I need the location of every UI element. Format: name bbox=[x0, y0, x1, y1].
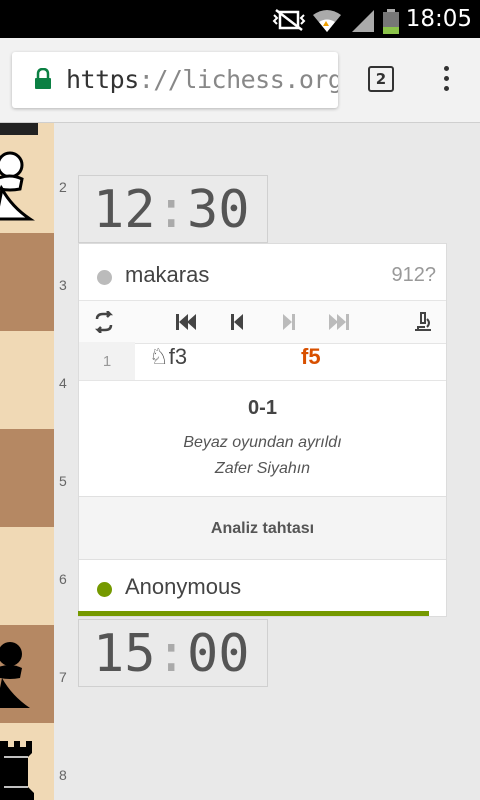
clock-colon: : bbox=[155, 624, 187, 684]
move-controls bbox=[79, 300, 446, 344]
move-white-text: f3 bbox=[168, 344, 188, 369]
wifi-icon bbox=[313, 10, 341, 32]
address-bar[interactable]: https://lichess.org/oXm bbox=[12, 52, 338, 108]
game-panel: makaras 912? 1 ♘f3 f5 0-1 Beyaz oyundan … bbox=[78, 243, 447, 617]
knight-icon: ♘ bbox=[149, 344, 169, 369]
player-name[interactable]: makaras bbox=[125, 262, 209, 288]
analysis-board-button[interactable]: Analiz tahtası bbox=[79, 496, 446, 560]
lock-icon bbox=[35, 68, 51, 89]
rank-label: 8 bbox=[59, 767, 67, 783]
clock-minutes: 15 bbox=[93, 624, 156, 684]
player-name[interactable]: Anonymous bbox=[125, 574, 241, 600]
chess-board[interactable] bbox=[0, 123, 54, 800]
move-black[interactable]: f5 bbox=[301, 344, 321, 370]
next-move-icon[interactable] bbox=[279, 311, 297, 333]
vibrate-mute-icon bbox=[272, 9, 306, 31]
flip-board-icon[interactable] bbox=[93, 311, 115, 333]
online-status-icon bbox=[97, 582, 112, 597]
rank-label: 4 bbox=[59, 375, 67, 391]
clock-seconds: 30 bbox=[186, 180, 250, 240]
signal-icon bbox=[352, 10, 374, 32]
url-text: https://lichess.org/oXm bbox=[66, 65, 338, 94]
white-pawn-icon[interactable] bbox=[0, 149, 36, 225]
microscope-icon[interactable] bbox=[413, 311, 433, 333]
self-time-bar bbox=[78, 611, 429, 616]
previous-move-icon[interactable] bbox=[229, 311, 247, 333]
offline-status-icon bbox=[97, 270, 112, 285]
rank-label: 7 bbox=[59, 669, 67, 685]
clock-minutes: 12 bbox=[93, 180, 156, 240]
rank-label: 2 bbox=[59, 179, 67, 195]
browser-toolbar: https://lichess.org/oXm 2 bbox=[0, 38, 480, 123]
tab-switcher-button[interactable]: 2 bbox=[368, 66, 394, 92]
black-pawn-icon[interactable] bbox=[0, 638, 36, 714]
board-square[interactable] bbox=[0, 233, 54, 331]
self-player[interactable]: Anonymous bbox=[79, 560, 446, 612]
result-line: Beyaz oyundan ayrıldı bbox=[183, 434, 342, 451]
move-number: 1 bbox=[79, 342, 135, 380]
opponent-player[interactable]: makaras 912? bbox=[79, 248, 446, 300]
player-rating: 912? bbox=[391, 264, 437, 286]
rank-label: 3 bbox=[59, 277, 67, 293]
url-rest: ://lichess.org/oXm bbox=[138, 65, 338, 94]
result-status: Beyaz oyundan ayrıldı Zafer Siyahın bbox=[79, 430, 446, 482]
first-move-icon[interactable] bbox=[175, 311, 199, 333]
black-rook-icon[interactable] bbox=[0, 737, 40, 800]
clock-seconds: 00 bbox=[186, 624, 250, 684]
move-list: 1 ♘f3 f5 bbox=[79, 342, 446, 380]
status-bar: 18:05 bbox=[0, 0, 480, 38]
piece-base bbox=[0, 123, 38, 135]
url-scheme: https bbox=[66, 65, 139, 94]
board-square[interactable] bbox=[0, 331, 54, 429]
battery-icon bbox=[383, 9, 399, 34]
board-square[interactable] bbox=[0, 429, 54, 527]
clock-time: 18:05 bbox=[405, 6, 472, 32]
game-result: 0-1 Beyaz oyundan ayrıldı Zafer Siyahın bbox=[79, 380, 446, 497]
move-white[interactable]: ♘f3 bbox=[149, 344, 187, 370]
opponent-clock: 12:30 bbox=[78, 175, 268, 243]
clock-colon: : bbox=[155, 180, 187, 240]
self-clock: 15:00 bbox=[78, 619, 268, 687]
result-score: 0-1 bbox=[248, 397, 277, 419]
menu-icon[interactable] bbox=[440, 66, 452, 96]
rank-label: 6 bbox=[59, 571, 67, 587]
board-square[interactable] bbox=[0, 527, 54, 625]
result-line: Zafer Siyahın bbox=[214, 460, 311, 477]
last-move-icon[interactable] bbox=[327, 311, 351, 333]
rank-label: 5 bbox=[59, 473, 67, 489]
